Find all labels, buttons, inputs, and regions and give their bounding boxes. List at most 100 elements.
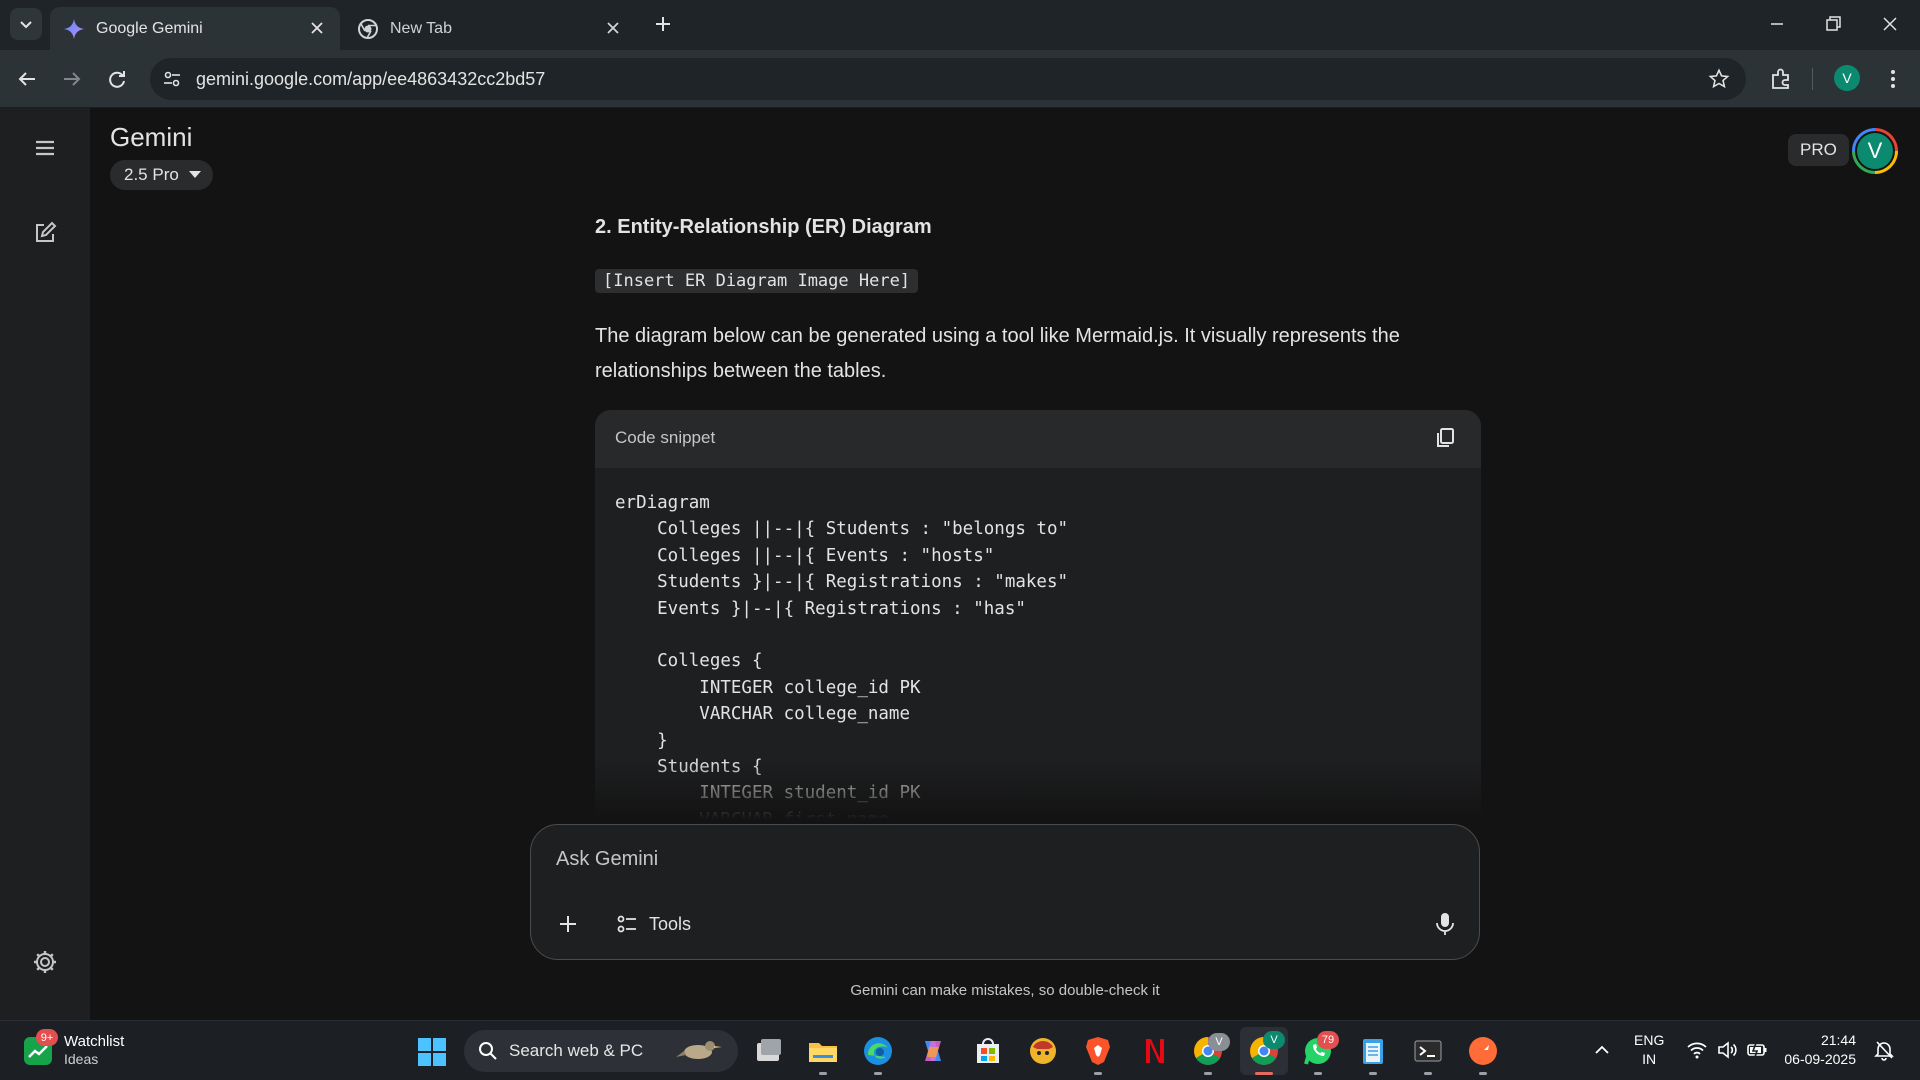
clock-time: 21:44	[1820, 1032, 1856, 1048]
search-icon	[479, 1042, 497, 1060]
model-name: 2.5 Pro	[124, 165, 179, 184]
task-view-icon[interactable]	[753, 1035, 785, 1067]
search-highlight-bird-icon	[676, 1041, 722, 1059]
more-vertical-icon[interactable]	[1880, 66, 1906, 92]
region-code: IN	[1642, 1051, 1657, 1067]
terminal-icon[interactable]	[1412, 1035, 1444, 1067]
browser-toolbar: gemini.google.com/app/ee4863432cc2bd57	[0, 50, 1920, 108]
close-icon[interactable]	[604, 19, 622, 37]
chevron-up-icon[interactable]	[1591, 1039, 1613, 1061]
toolbar-divider	[1812, 68, 1813, 90]
address-bar[interactable]: gemini.google.com/app/ee4863432cc2bd57	[150, 58, 1746, 100]
edge-browser-icon[interactable]	[862, 1035, 894, 1067]
code-line: VARCHAR college_name	[615, 704, 911, 725]
windows-taskbar: 9+ Watchlist Ideas Search web & PC V V 7…	[0, 1020, 1920, 1080]
user-avatar[interactable]: V	[1852, 128, 1898, 174]
notepad-icon[interactable]	[1357, 1035, 1389, 1067]
extensions-puzzle-icon[interactable]	[1768, 66, 1794, 92]
chrome-icon	[358, 18, 378, 39]
inline-code-placeholder: [Insert ER Diagram Image Here]	[595, 269, 919, 293]
settings-gear-icon[interactable]	[31, 948, 59, 976]
site-info-icon[interactable]	[160, 67, 184, 91]
forward-button[interactable]	[58, 65, 86, 93]
arrow-left-icon	[18, 72, 35, 86]
back-button[interactable]	[13, 65, 41, 93]
code-line: Events }|--|{ Registrations : "has"	[615, 598, 1026, 619]
plan-badge: PRO	[1788, 134, 1849, 166]
brave-browser-icon[interactable]	[1082, 1035, 1114, 1067]
tab-google-gemini[interactable]: Google Gemini	[50, 7, 340, 50]
code-line: }	[615, 730, 668, 751]
search-placeholder: Search web & PC	[509, 1041, 644, 1060]
chrome-profile-badge: V	[1263, 1031, 1285, 1049]
wifi-icon[interactable]	[1686, 1039, 1708, 1061]
new-chat-edit-icon[interactable]	[31, 219, 59, 247]
new-tab-plus-icon[interactable]	[651, 12, 675, 36]
window-close-icon[interactable]	[1878, 12, 1902, 36]
prompt-input[interactable]: Ask Gemini	[556, 848, 658, 871]
reload-button[interactable]	[103, 65, 131, 93]
code-snippet-block: Code snippet erDiagram Colleges ||--|{ S…	[595, 410, 1481, 830]
input-language[interactable]: ENG IN	[1634, 1031, 1664, 1069]
copilot-icon[interactable]	[917, 1035, 949, 1067]
gemini-main: Gemini 2.5 Pro PRO V 2. Entity-Relations…	[90, 108, 1920, 1020]
gemini-sidebar	[0, 108, 90, 1020]
code-snippet-label: Code snippet	[615, 428, 716, 447]
bookmark-star-icon[interactable]	[1708, 68, 1730, 90]
file-explorer-icon[interactable]	[807, 1035, 839, 1067]
running-indicator	[1204, 1072, 1212, 1075]
volume-icon[interactable]	[1716, 1039, 1738, 1061]
tab-title: New Tab	[390, 19, 452, 37]
notification-bell-icon[interactable]	[1873, 1039, 1895, 1061]
chevron-down-icon	[20, 21, 32, 29]
taskbar-search[interactable]: Search web & PC	[464, 1030, 738, 1072]
windows-start-icon[interactable]	[417, 1037, 447, 1067]
running-indicator	[819, 1072, 827, 1075]
postman-icon[interactable]	[1467, 1035, 1499, 1067]
prompt-composer[interactable]: Ask Gemini Tools	[530, 824, 1480, 960]
code-line: erDiagram	[615, 493, 710, 513]
restore-icon[interactable]	[1821, 12, 1845, 36]
widget-badge: 9+	[36, 1029, 58, 1046]
running-indicator	[1424, 1072, 1432, 1075]
chrome-profile-badge: V	[1208, 1033, 1230, 1051]
gemini-sparkle-icon	[64, 18, 84, 39]
battery-charging-icon[interactable]	[1746, 1039, 1768, 1061]
minimize-icon[interactable]	[1765, 12, 1789, 36]
scroll-fade-overlay	[595, 760, 1481, 830]
code-line: INTEGER college_id PK	[615, 677, 921, 698]
widget-subtitle: Ideas	[64, 1051, 99, 1067]
running-indicator	[1094, 1072, 1102, 1075]
tools-button[interactable]: Tools	[615, 911, 691, 937]
code-line: Colleges {	[615, 651, 763, 672]
add-attachment-plus-icon[interactable]	[555, 911, 581, 937]
tab-title: Google Gemini	[96, 19, 203, 37]
system-clock[interactable]: 21:44 06-09-2025	[1776, 1031, 1856, 1069]
microsoft-store-icon[interactable]	[972, 1035, 1004, 1067]
reload-icon	[109, 71, 125, 88]
character-app-icon[interactable]	[1027, 1035, 1059, 1067]
widgets-button[interactable]: 9+ Watchlist Ideas	[24, 1029, 125, 1067]
close-icon[interactable]	[308, 19, 326, 37]
tools-sliders-icon	[617, 915, 636, 933]
tab-search-button[interactable]	[10, 8, 42, 40]
response-paragraph: The diagram below can be generated using…	[595, 325, 1400, 382]
microphone-icon[interactable]	[1433, 911, 1457, 937]
active-indicator	[1255, 1072, 1273, 1075]
browser-profile-avatar[interactable]: V	[1834, 65, 1860, 91]
tab-new-tab[interactable]: New Tab	[348, 7, 636, 50]
copy-icon[interactable]	[1433, 426, 1457, 450]
running-indicator	[1369, 1072, 1377, 1075]
stock-chart-icon: 9+	[24, 1029, 58, 1065]
netflix-icon[interactable]	[1137, 1035, 1169, 1067]
menu-hamburger-icon[interactable]	[31, 134, 59, 162]
model-selector[interactable]: 2.5 Pro	[110, 160, 213, 190]
url-text[interactable]: gemini.google.com/app/ee4863432cc2bd57	[196, 69, 545, 90]
running-indicator	[1314, 1072, 1322, 1075]
whatsapp-unread-badge: 79	[1317, 1031, 1339, 1049]
widget-title: Watchlist	[64, 1033, 125, 1050]
language-code: ENG	[1634, 1032, 1665, 1048]
disclaimer-text: Gemini can make mistakes, so double-chec…	[850, 982, 1160, 999]
caret-down-icon	[188, 171, 201, 178]
